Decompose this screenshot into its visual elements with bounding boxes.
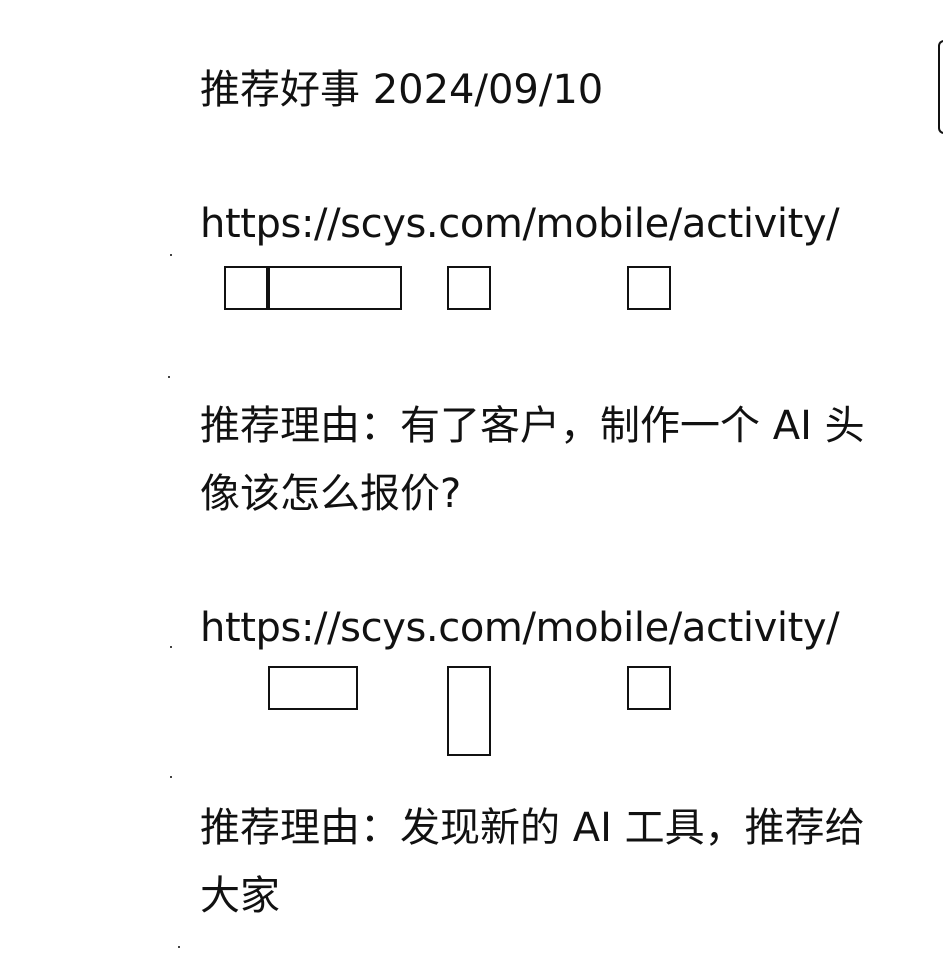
missing-glyph-box (447, 266, 491, 310)
post-heading: 推荐好事 2024/09/10 (200, 67, 604, 113)
recommend-reason: 推荐理由：有了客户，制作一个 AI 头像该怎么报价? (200, 403, 865, 517)
activity-link[interactable]: https://scys.com/mobile/activity/ (200, 190, 890, 258)
dot-marker (170, 776, 172, 778)
recommend-reason: 推荐理由：发现新的 AI 工具，推荐给大家 (200, 805, 865, 919)
missing-glyph-box (627, 266, 671, 310)
scrollbar[interactable] (938, 40, 943, 134)
missing-glyph-box (268, 266, 402, 310)
dot-marker (168, 376, 170, 378)
dot-marker (178, 946, 180, 948)
dot-marker (170, 254, 172, 256)
missing-glyph-box (627, 666, 671, 710)
missing-glyph-box (447, 666, 491, 756)
missing-glyph-box (224, 266, 268, 310)
missing-glyph-box (268, 666, 358, 710)
dot-marker (170, 646, 172, 648)
activity-link[interactable]: https://scys.com/mobile/activity/ (200, 594, 890, 662)
